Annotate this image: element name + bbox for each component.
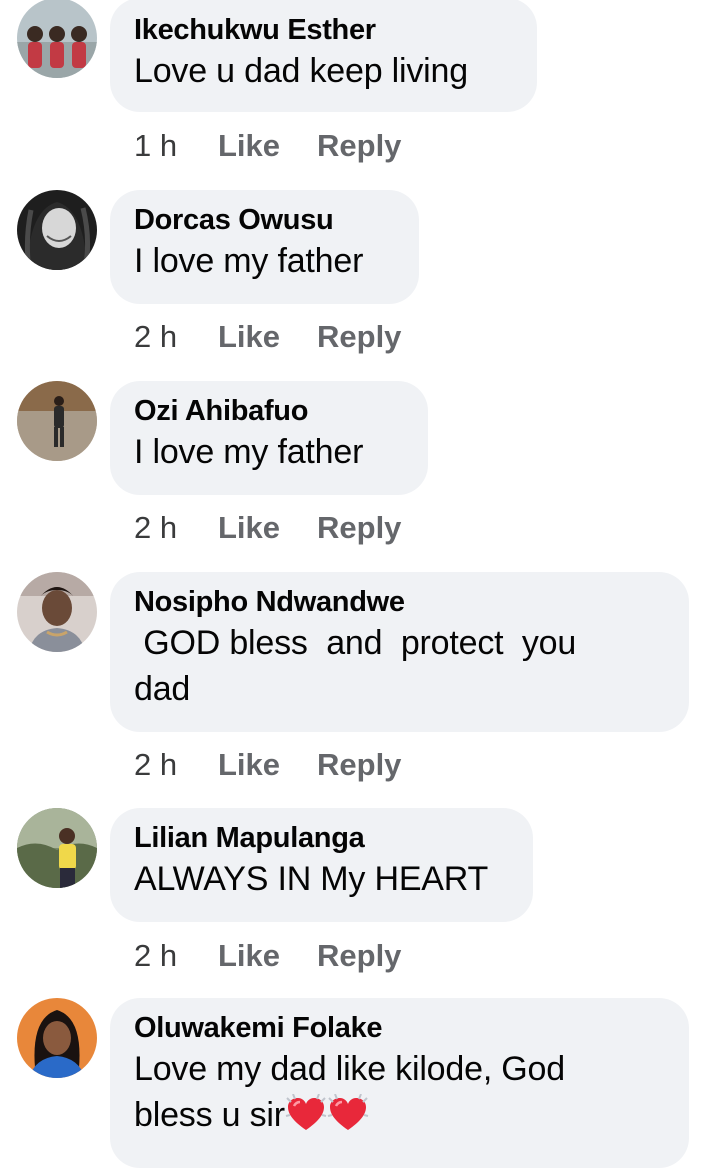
comment-bubble: Lilian Mapulanga ALWAYS IN My HEART: [110, 808, 533, 922]
comment-timestamp[interactable]: 2 h: [134, 747, 177, 783]
reply-button[interactable]: Reply: [317, 510, 401, 546]
comment-author[interactable]: Nosipho Ndwandwe: [134, 584, 665, 620]
comment-author[interactable]: Oluwakemi Folake: [134, 1010, 665, 1046]
comment-timestamp[interactable]: 2 h: [134, 510, 177, 546]
comment-author[interactable]: Dorcas Owusu: [134, 202, 395, 238]
avatar-image: [17, 381, 97, 461]
comment-text: I love my father: [134, 433, 364, 471]
comment-bubble: Dorcas Owusu I love my father: [110, 190, 419, 304]
like-button[interactable]: Like: [218, 128, 280, 164]
avatar-image: [17, 190, 97, 270]
reply-button[interactable]: Reply: [317, 319, 401, 355]
like-button[interactable]: Like: [218, 319, 280, 355]
avatar-image: [17, 0, 97, 78]
comment-text: Love u dad keep living: [134, 52, 468, 90]
comment-author[interactable]: Lilian Mapulanga: [134, 820, 509, 856]
comment-timestamp[interactable]: 1 h: [134, 128, 177, 164]
reply-button[interactable]: Reply: [317, 938, 401, 974]
comment-timestamp[interactable]: 2 h: [134, 319, 177, 355]
comment-text: I love my father: [134, 242, 364, 280]
avatar[interactable]: [17, 998, 97, 1078]
avatar-image: [17, 572, 97, 652]
comment-text: ALWAYS IN My HEART: [134, 860, 489, 898]
comment-bubble: Oluwakemi Folake Love my dad like kilode…: [110, 998, 689, 1168]
avatar[interactable]: [17, 0, 97, 78]
avatar[interactable]: [17, 808, 97, 888]
avatar[interactable]: [17, 381, 97, 461]
avatar-image: [17, 808, 97, 888]
comment-bubble: Ikechukwu Esther Love u dad keep living: [110, 0, 537, 112]
sparkling-heart-icon: [285, 1094, 327, 1134]
like-button[interactable]: Like: [218, 938, 280, 974]
comment-author[interactable]: Ozi Ahibafuo: [134, 393, 404, 429]
comment-bubble: Ozi Ahibafuo I love my father: [110, 381, 428, 495]
like-button[interactable]: Like: [218, 510, 280, 546]
comment-timestamp[interactable]: 2 h: [134, 938, 177, 974]
like-button[interactable]: Like: [218, 747, 280, 783]
reply-button[interactable]: Reply: [317, 747, 401, 783]
comment-text: Love my dad like kilode, God bless u sir: [134, 1046, 665, 1138]
avatar-image: [17, 998, 97, 1078]
sparkling-heart-icon: [327, 1094, 369, 1134]
comment-bubble: Nosipho Ndwandwe GOD bless and protect y…: [110, 572, 689, 732]
avatar[interactable]: [17, 190, 97, 270]
reply-button[interactable]: Reply: [317, 128, 401, 164]
avatar[interactable]: [17, 572, 97, 652]
comment-text: GOD bless and protect you dad: [134, 624, 577, 708]
comment-author[interactable]: Ikechukwu Esther: [134, 12, 513, 48]
